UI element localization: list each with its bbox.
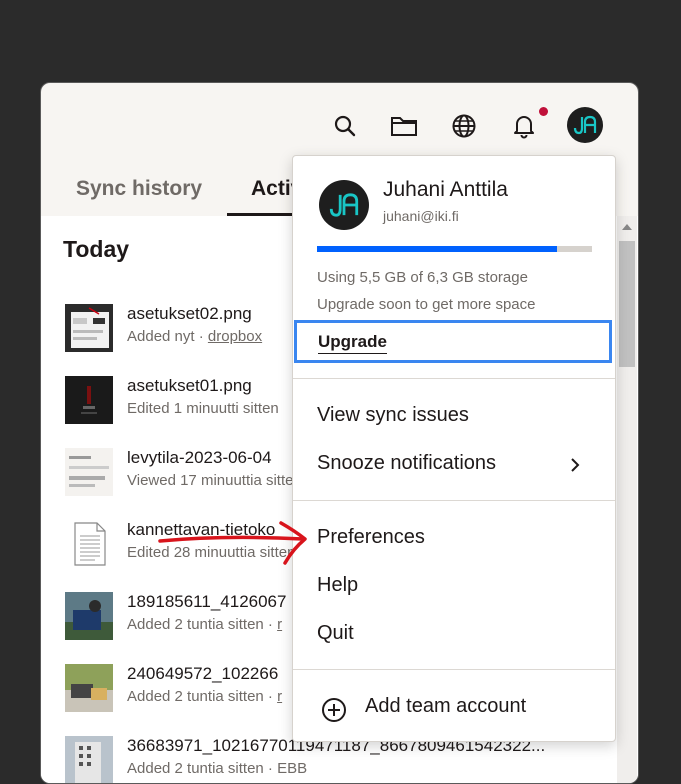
bell-icon[interactable] bbox=[509, 111, 539, 141]
scroll-up-arrow-icon[interactable] bbox=[622, 224, 632, 230]
account-menu: Juhani Anttila juhani@iki.fi Using 5,5 G… bbox=[292, 155, 616, 742]
file-location-link[interactable]: r bbox=[277, 688, 282, 705]
file-name[interactable]: asetukset01.png bbox=[127, 376, 252, 396]
file-location-link[interactable]: r bbox=[277, 616, 282, 633]
section-title: Today bbox=[63, 236, 130, 262]
file-meta: Added nyt · dropbox bbox=[127, 328, 262, 345]
menu-item-quit[interactable]: Quit bbox=[293, 616, 615, 656]
file-meta: Added 2 tuntia sitten · r bbox=[127, 688, 282, 705]
document-icon bbox=[65, 520, 113, 568]
file-meta: Added 2 tuntia sitten · EBB bbox=[127, 760, 307, 777]
menu-item-snooze-notifications[interactable]: Snooze notifications bbox=[293, 446, 615, 486]
folder-icon[interactable] bbox=[389, 111, 419, 141]
file-name[interactable]: 240649572_102266 bbox=[127, 664, 278, 684]
file-thumbnail bbox=[65, 376, 113, 424]
file-thumbnail bbox=[65, 592, 113, 640]
file-name[interactable]: kannettavan-tietoko bbox=[127, 520, 275, 540]
file-meta-text: Added 2 tuntia sitten · bbox=[127, 760, 278, 777]
file-meta-text: Edited 28 minuuttia sitten bbox=[127, 544, 296, 561]
menu-item-label: Help bbox=[317, 574, 359, 596]
menu-item-help[interactable]: Help bbox=[293, 568, 615, 608]
menu-item-label: Quit bbox=[317, 622, 354, 644]
menu-item-label: View sync issues bbox=[317, 404, 469, 426]
file-thumbnail bbox=[65, 448, 113, 496]
avatar-initials-icon bbox=[329, 193, 359, 217]
menu-item-label: Snooze notifications bbox=[317, 452, 497, 474]
file-thumbnail bbox=[65, 304, 113, 352]
notification-badge bbox=[539, 107, 548, 116]
avatar-initials-icon bbox=[573, 115, 597, 135]
file-location-link[interactable]: EBB bbox=[277, 760, 307, 777]
file-thumbnail bbox=[65, 736, 113, 783]
search-icon[interactable] bbox=[330, 111, 360, 141]
file-meta-text: Added 2 tuntia sitten · bbox=[127, 688, 278, 705]
menu-item-label: Preferences bbox=[317, 526, 425, 548]
storage-progress-bar bbox=[317, 246, 592, 252]
storage-hint-text: Upgrade soon to get more space bbox=[317, 296, 536, 313]
add-team-account-label: Add team account bbox=[365, 695, 527, 717]
upgrade-label: Upgrade bbox=[318, 332, 387, 354]
file-meta: Edited 1 minuutti sitten bbox=[127, 400, 279, 417]
avatar[interactable] bbox=[567, 107, 603, 143]
list-item[interactable]: 36683971_10216770119471187_8667809461542… bbox=[65, 736, 625, 783]
file-meta-text: Added 2 tuntia sitten · bbox=[127, 616, 278, 633]
menu-divider bbox=[293, 669, 615, 670]
menu-avatar bbox=[319, 180, 369, 230]
menu-divider bbox=[293, 500, 615, 501]
file-thumbnail bbox=[65, 664, 113, 712]
upgrade-button[interactable]: Upgrade bbox=[294, 320, 612, 363]
add-team-account-button[interactable]: Add team account bbox=[293, 689, 615, 729]
chevron-right-icon bbox=[569, 456, 581, 479]
file-meta: Viewed 17 minuuttia sitten bbox=[127, 472, 302, 489]
file-meta: Added 2 tuntia sitten · r bbox=[127, 616, 282, 633]
scrollbar-thumb[interactable] bbox=[619, 241, 635, 367]
plus-circle-icon bbox=[321, 697, 347, 728]
storage-progress-fill bbox=[317, 246, 558, 252]
menu-divider bbox=[293, 378, 615, 379]
storage-usage-text: Using 5,5 GB of 6,3 GB storage bbox=[317, 269, 528, 286]
file-meta-text: Added nyt · bbox=[127, 328, 208, 345]
file-name[interactable]: levytila-2023-06-04 bbox=[127, 448, 272, 468]
globe-icon[interactable] bbox=[449, 111, 479, 141]
account-name: Juhani Anttila bbox=[383, 178, 508, 201]
file-name[interactable]: asetukset02.png bbox=[127, 304, 252, 324]
menu-item-preferences[interactable]: Preferences bbox=[293, 520, 615, 560]
file-meta-text: Edited 1 minuutti sitten bbox=[127, 400, 279, 417]
menu-item-view-sync-issues[interactable]: View sync issues bbox=[293, 398, 615, 438]
file-location-link[interactable]: dropbox bbox=[208, 328, 262, 345]
file-name[interactable]: 189185611_4126067 bbox=[127, 592, 286, 612]
file-meta-text: Viewed 17 minuuttia sitten bbox=[127, 472, 302, 489]
file-meta: Edited 28 minuuttia sitten bbox=[127, 544, 295, 561]
account-email: juhani@iki.fi bbox=[383, 208, 459, 224]
tab-sync-history[interactable]: Sync history bbox=[76, 173, 202, 215]
